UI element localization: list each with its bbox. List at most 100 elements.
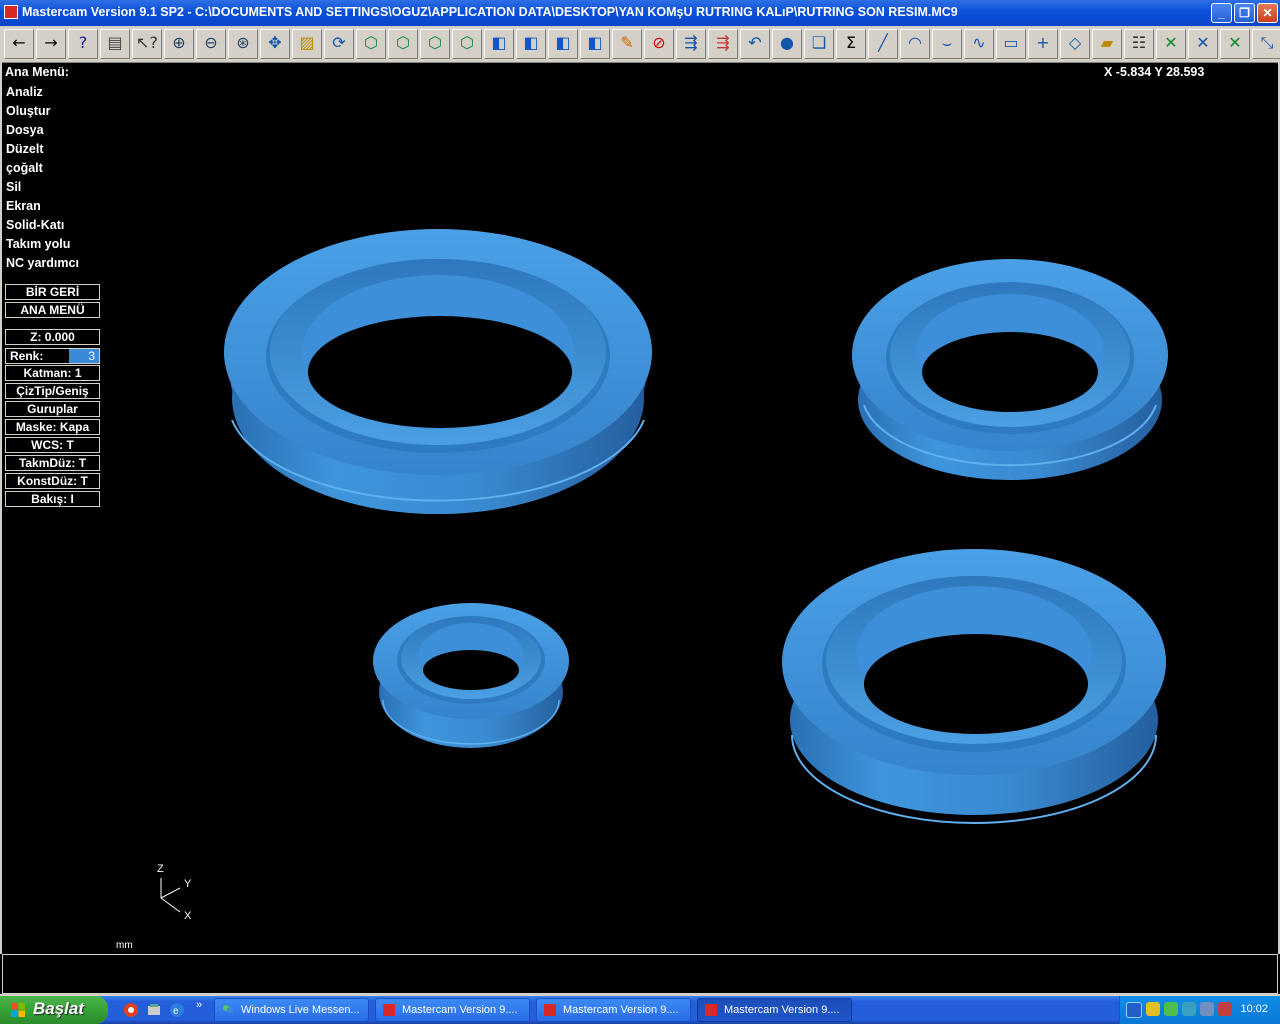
level-button[interactable]: Katman: 1	[5, 365, 100, 381]
z-depth-button[interactable]: Z: 0.000	[5, 329, 100, 345]
title-bar: Mastercam Version 9.1 SP2 - C:\DOCUMENTS…	[0, 0, 1280, 26]
color-button[interactable]: Renk: 3	[5, 348, 100, 364]
task-mastercam-1[interactable]: Mastercam Version 9....	[375, 998, 530, 1022]
restore-button[interactable]: ❐	[1234, 3, 1255, 23]
tray-expand-icon[interactable]	[1126, 1002, 1142, 1018]
tray-app-icon[interactable]	[1218, 1002, 1232, 1016]
view-side-icon[interactable]: ⬡	[420, 29, 450, 59]
point-icon[interactable]: +	[1028, 29, 1058, 59]
menu-item-1[interactable]: Oluştur	[6, 104, 50, 118]
menu-item-4[interactable]: çoğalt	[6, 161, 43, 175]
view-button[interactable]: Bakış: I	[5, 491, 100, 507]
windows-flag-icon	[11, 1003, 25, 1017]
quicklaunch-desktop-icon[interactable]	[146, 1002, 162, 1018]
task-messenger[interactable]: Windows Live Messen...	[214, 998, 369, 1022]
break-icon[interactable]: ✕	[1220, 29, 1250, 59]
zoom-8-icon[interactable]: ⊛	[228, 29, 258, 59]
tool-plane-button[interactable]: TakmDüz: T	[5, 455, 100, 471]
mask-button[interactable]: Maske: Kapa	[5, 419, 100, 435]
arc-icon[interactable]: ◠	[900, 29, 930, 59]
select-icon[interactable]: ▨	[292, 29, 322, 59]
cube-front-icon[interactable]: ◧	[516, 29, 546, 59]
prompt-area[interactable]	[2, 954, 1278, 994]
sigma-icon[interactable]: Σ	[836, 29, 866, 59]
menu-item-0[interactable]: Analiz	[6, 85, 43, 99]
mastercam-icon	[383, 1004, 395, 1016]
view-top-icon[interactable]: ⬡	[356, 29, 386, 59]
rectangle-icon[interactable]: ▭	[996, 29, 1026, 59]
undo-arc-icon[interactable]: ↶	[740, 29, 770, 59]
view-iso-icon[interactable]: ⬡	[452, 29, 482, 59]
forward-arrow-icon[interactable]: →	[36, 29, 66, 59]
back-arrow-icon[interactable]: ←	[4, 29, 34, 59]
menu-item-2[interactable]: Dosya	[6, 123, 44, 137]
cube-iso-icon[interactable]: ◧	[580, 29, 610, 59]
line-style-button[interactable]: ÇizTip/Geniş	[5, 383, 100, 399]
rotate-icon[interactable]: ⟳	[324, 29, 354, 59]
no-entry-icon[interactable]: ⊘	[644, 29, 674, 59]
quicklaunch-browser-icon[interactable]	[123, 1002, 139, 1018]
tray-messenger-icon[interactable]	[1164, 1002, 1178, 1016]
clock: 10:02	[1240, 1003, 1268, 1015]
trim2-icon[interactable]: ✕	[1188, 29, 1218, 59]
unzoom-icon[interactable]: ⊖	[196, 29, 226, 59]
menu-item-3[interactable]: Düzelt	[6, 142, 44, 156]
toolbar: ← →? ▤ ↖? ⊕ ⊖ ⊛ ✥ ▨ ⟳ ⬡ ⬡ ⬡ ⬡ ◧ ◧ ◧ ◧ ✎ ⊘ ⇶ ⇶ ↶ ● ❏ Σ ╱ ◠ ⌣ ∿ ▭ + ◇ ▰ ☷ ✕ ✕ ✕…	[0, 26, 1280, 63]
tray-security-icon[interactable]	[1146, 1002, 1160, 1016]
fillet-icon[interactable]: ⌣	[932, 29, 962, 59]
surface-icon[interactable]: ◇	[1060, 29, 1090, 59]
menu-item-6[interactable]: Ekran	[6, 199, 41, 213]
ring-part-1[interactable]	[224, 229, 652, 514]
menu-item-8[interactable]: Takım yolu	[6, 237, 70, 251]
spline-icon[interactable]: ∿	[964, 29, 994, 59]
tray-display-icon[interactable]	[1200, 1002, 1214, 1016]
ring-part-3[interactable]	[373, 603, 569, 748]
help-icon[interactable]: ?	[68, 29, 98, 59]
color-value: 3	[69, 349, 99, 363]
ring-part-4[interactable]	[782, 549, 1166, 824]
pan-icon[interactable]: ✥	[260, 29, 290, 59]
graphics-viewport	[160, 229, 1168, 913]
zoom-window-icon[interactable]: ⊕	[164, 29, 194, 59]
trim-icon[interactable]: ✕	[1156, 29, 1186, 59]
color-label: Renk:	[10, 349, 44, 363]
task-mastercam-3[interactable]: Mastercam Version 9....	[697, 998, 852, 1022]
close-button[interactable]: ✕	[1257, 3, 1278, 23]
cube-side-icon[interactable]: ◧	[548, 29, 578, 59]
line-icon[interactable]: ╱	[868, 29, 898, 59]
cube-top-icon[interactable]: ◧	[484, 29, 514, 59]
axis-x-label: X	[184, 910, 192, 922]
ring-part-2[interactable]	[852, 259, 1168, 480]
mastercam-app-icon[interactable]	[4, 5, 18, 19]
messenger-icon	[223, 1005, 233, 1013]
task-mastercam-2[interactable]: Mastercam Version 9....	[536, 998, 691, 1022]
svg-text:e: e	[173, 1006, 179, 1017]
calculator-icon[interactable]: ▤	[100, 29, 130, 59]
main-menu-title: Ana Menü:	[5, 65, 69, 79]
quicklaunch-ie-icon[interactable]: e	[169, 1002, 185, 1018]
start-button[interactable]: Başlat	[0, 996, 108, 1024]
sphere-icon[interactable]: ●	[772, 29, 802, 59]
menu-item-7[interactable]: Solid-Katı	[6, 218, 64, 232]
quicklaunch-expand-icon[interactable]: »	[196, 999, 202, 1011]
solid-box-icon[interactable]: ▰	[1092, 29, 1122, 59]
menu-item-5[interactable]: Sil	[6, 180, 21, 194]
divide-icon[interactable]: ⤡	[1252, 29, 1280, 59]
view-front-icon[interactable]: ⬡	[388, 29, 418, 59]
construction-plane-button[interactable]: KonstDüz: T	[5, 473, 100, 489]
ladder-icon[interactable]: ☷	[1124, 29, 1154, 59]
window-title: Mastercam Version 9.1 SP2 - C:\DOCUMENTS…	[22, 5, 958, 19]
tray-network-icon[interactable]	[1182, 1002, 1196, 1016]
transform-icon[interactable]: ⇶	[676, 29, 706, 59]
back-button[interactable]: BİR GERİ	[5, 284, 100, 300]
group-icon[interactable]: ❏	[804, 29, 834, 59]
transform2-icon[interactable]: ⇶	[708, 29, 738, 59]
groups-button[interactable]: Guruplar	[5, 401, 100, 417]
pencil-icon[interactable]: ✎	[612, 29, 642, 59]
frame-left	[0, 62, 2, 954]
query-icon[interactable]: ↖?	[132, 29, 162, 59]
wcs-button[interactable]: WCS: T	[5, 437, 100, 453]
main-menu-button[interactable]: ANA MENÜ	[5, 302, 100, 318]
minimize-button[interactable]: _	[1211, 3, 1232, 23]
menu-item-9[interactable]: NC yardımcı	[6, 256, 79, 270]
